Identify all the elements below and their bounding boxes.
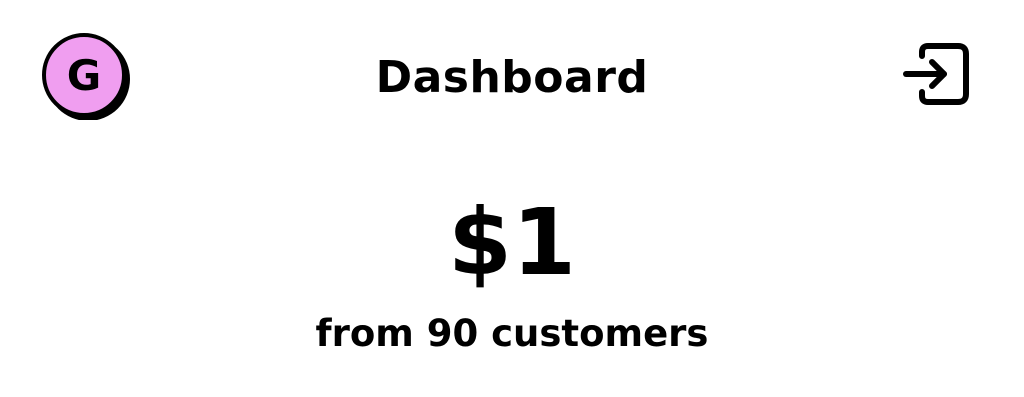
page-title: Dashboard <box>375 52 649 103</box>
logout-button[interactable] <box>900 42 972 108</box>
logout-icon <box>903 43 969 105</box>
revenue-amount: $1 <box>447 189 577 296</box>
customers-subtitle: from 90 customers <box>315 312 709 355</box>
header: G Dashboard <box>0 0 1024 150</box>
